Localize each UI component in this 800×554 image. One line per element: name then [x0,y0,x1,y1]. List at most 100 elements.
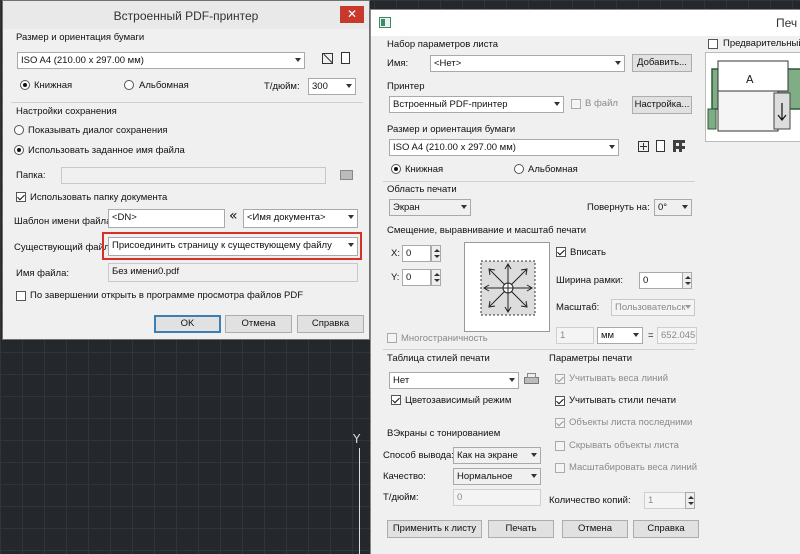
preview-label: Предварительный [723,38,800,49]
scale-lineweights-checkbox[interactable] [555,463,565,473]
shade-dpi-input[interactable]: 0 [453,489,541,506]
print-button[interactable]: Печать [488,520,554,538]
copies-input[interactable]: 1 [644,492,686,509]
pdf-paper-size-select[interactable]: ISO A4 (210.00 x 297.00 мм) [17,52,305,69]
pdf-landscape-radio[interactable] [124,80,134,90]
folder-icon[interactable] [340,170,353,180]
chevron-down-icon [615,61,621,65]
plot-area-value: Экран [393,202,420,213]
quality-value: Нормальное [457,471,513,482]
existing-file-select[interactable]: Присоединить страницу к существующему фа… [108,237,358,256]
print-help-button[interactable]: Справка [633,520,699,538]
y-offset-input[interactable]: 0 [402,269,431,286]
shade-output-select[interactable]: Как на экране [453,447,541,464]
page-icon[interactable] [656,140,665,152]
add-page-setup-button[interactable]: Добавить... [632,54,692,72]
custom-size-icon[interactable] [322,53,333,64]
close-button[interactable]: ✕ [340,6,364,23]
page-setup-name-select[interactable]: <Нет> [430,55,625,72]
scale-unit-select[interactable]: мм [597,327,643,344]
template-input[interactable]: <DN> [108,209,225,228]
insert-macro-icon[interactable]: « [229,208,238,224]
y-offset-label: Y: [391,272,400,283]
alignment-arrows-icon [480,260,536,316]
show-dialog-radio[interactable] [14,125,24,135]
print-to-file-checkbox[interactable] [571,99,581,109]
preview-checkbox[interactable] [708,39,718,49]
cancel-button[interactable]: Отмена [225,315,292,333]
scale-equals: = [648,330,654,341]
border-width-input[interactable]: 0 [639,272,683,289]
scale-label: Масштаб: [556,302,600,313]
plot-styles-checkbox[interactable] [555,396,565,406]
multipage-checkbox[interactable] [387,333,397,343]
chevron-down-icon [531,474,537,478]
pdf-portrait-radio[interactable] [20,80,30,90]
help-button[interactable]: Справка [297,315,364,333]
print-cancel-button[interactable]: Отмена [562,520,628,538]
scale-value: Пользовательск [615,302,686,313]
ok-button[interactable]: OK [154,315,221,333]
scale-result-input[interactable]: 652.0456 [657,327,697,344]
page-setup-name-label: Имя: [387,58,409,69]
ucs-y-axis-line [359,448,360,554]
open-after-checkbox[interactable] [16,291,26,301]
x-offset-spinner[interactable] [431,245,441,262]
copies-spinner[interactable] [685,492,695,509]
pdf-portrait-label: Книжная [34,80,73,91]
edit-plot-style-icon[interactable] [524,373,539,387]
scale-select[interactable]: Пользовательск [611,299,695,316]
scale-number-input[interactable]: 1 [556,327,594,344]
chevron-down-icon [682,205,688,209]
folder-input[interactable] [61,167,326,184]
chevron-down-icon [346,84,352,88]
use-doc-folder-checkbox[interactable] [16,192,26,202]
paper-landscape-label: Альбомная [528,164,578,175]
hide-objects-checkbox[interactable] [555,441,565,451]
printer-preview-icon: A [707,60,800,132]
paperspace-last-checkbox[interactable] [555,418,565,428]
quality-label: Качество: [383,471,426,482]
template-macro-value: <Имя документа> [247,212,326,223]
chevron-down-icon [348,215,354,219]
qr-icon[interactable] [673,140,685,152]
alignment-grid[interactable] [464,242,550,332]
x-offset-input[interactable]: 0 [402,245,431,262]
chevron-down-icon [554,102,560,106]
paper-size-select[interactable]: ISO A4 (210.00 x 297.00 мм) [389,139,619,156]
add-paper-icon[interactable] [638,141,649,152]
pdf-dialog-titlebar[interactable]: Встроенный PDF-принтер ✕ [3,1,369,29]
shade-dpi-label: Т/дюйм: [383,492,419,503]
y-offset-spinner[interactable] [431,269,441,286]
template-label: Шаблон имени файла: [14,216,115,227]
print-dialog-titlebar[interactable]: Печ [371,10,800,36]
quality-select[interactable]: Нормальное [453,468,541,485]
pdf-printer-dialog: Встроенный PDF-принтер ✕ Размер и ориент… [2,0,370,340]
plot-styles-label: Учитывать стили печати [569,395,677,406]
plot-style-select[interactable]: Нет [389,372,519,389]
fit-to-paper-checkbox[interactable] [556,247,566,257]
app-icon [379,17,391,28]
paper-landscape-radio[interactable] [514,164,524,174]
ucs-y-axis-label: Y [353,432,361,446]
template-macro-select[interactable]: <Имя документа> [243,209,358,228]
apply-to-layout-button[interactable]: Применить к листу [387,520,482,538]
folder-label: Папка: [16,170,46,181]
paperspace-last-label: Объекты листа последними [569,417,693,428]
pdf-dpi-select[interactable]: 300 [308,78,356,95]
printer-properties-button[interactable]: Настройка... [632,96,692,114]
page-icon[interactable] [341,52,350,64]
lineweights-checkbox[interactable] [555,374,565,384]
use-name-radio[interactable] [14,145,24,155]
rotate-select[interactable]: 0° [654,199,692,216]
plot-area-select[interactable]: Экран [389,199,471,216]
pdf-dpi-label: Т/дюйм: [264,81,300,92]
filename-input[interactable]: Без имени0.pdf [108,263,358,282]
paper-portrait-radio[interactable] [391,164,401,174]
color-dependent-checkbox[interactable] [391,395,401,405]
printer-select[interactable]: Встроенный PDF-принтер [389,96,564,113]
border-width-spinner[interactable] [682,272,692,289]
copies-label: Количество копий: [549,495,631,506]
shaded-group-title: ВЭкраны с тонированием [387,428,501,439]
printer-value: Встроенный PDF-принтер [393,99,508,110]
